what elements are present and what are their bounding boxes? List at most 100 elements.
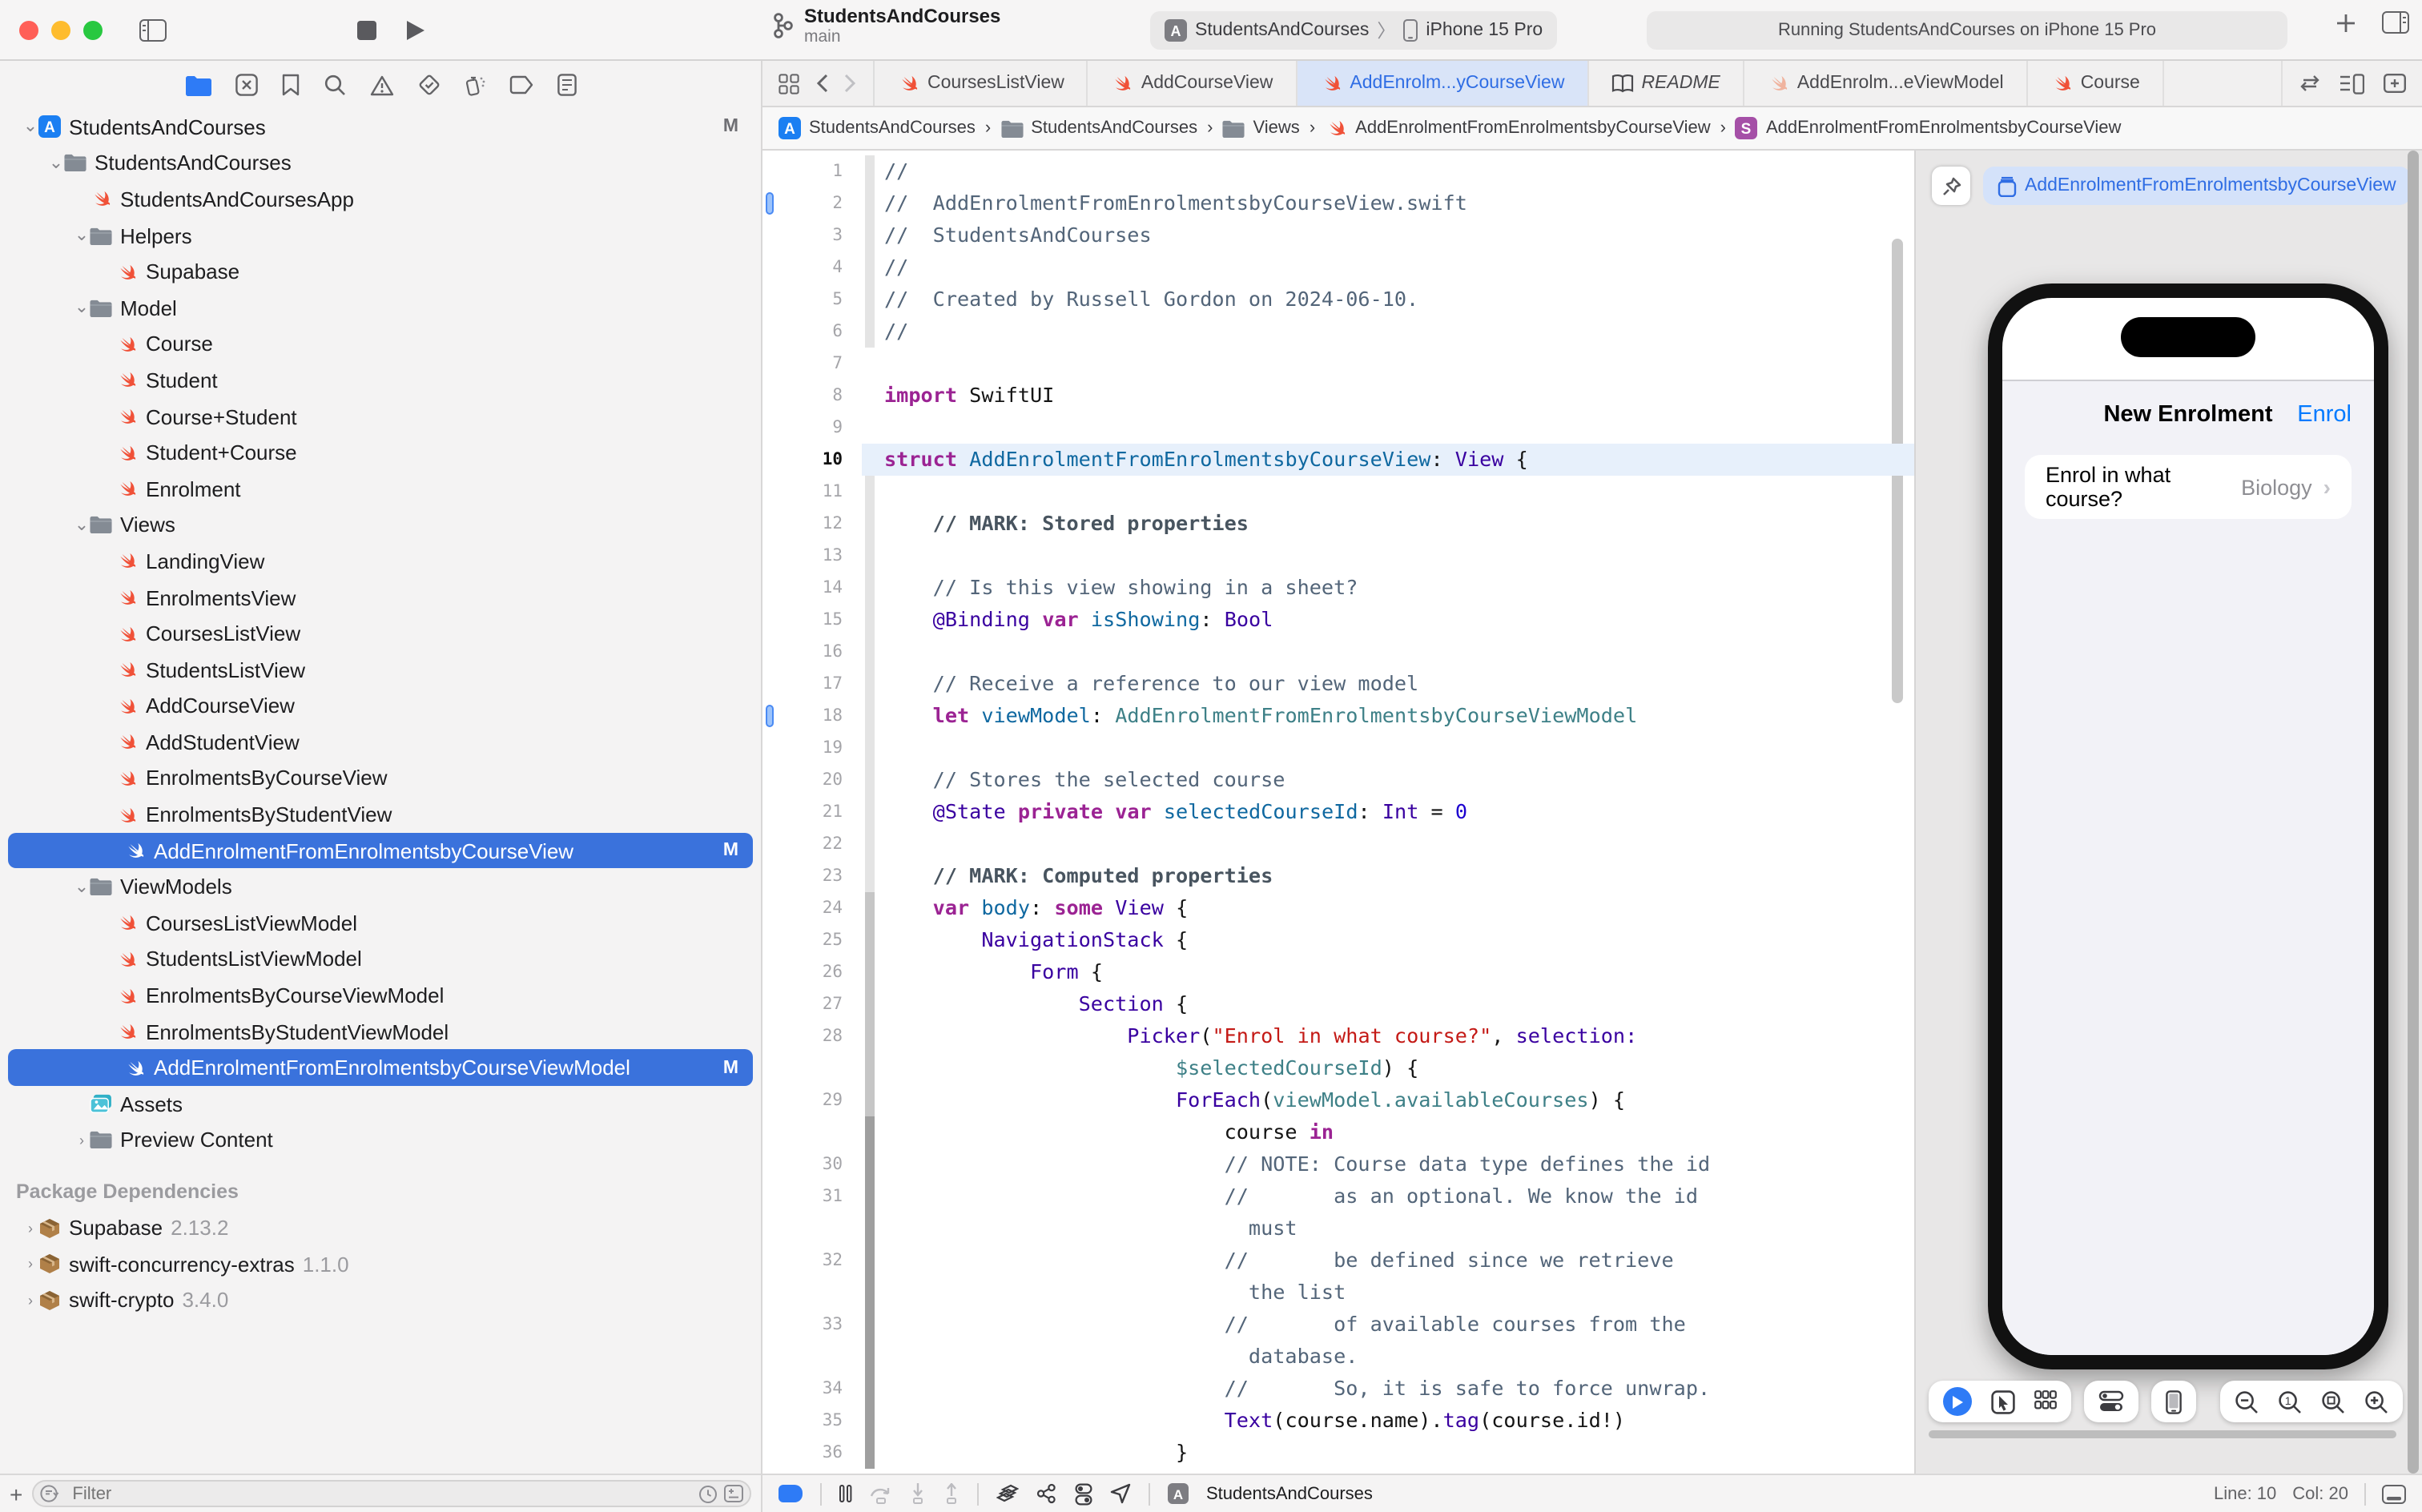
tree-item-enrolment[interactable]: Enrolment bbox=[0, 471, 761, 507]
disclosure-chevron-icon[interactable]: › bbox=[74, 1132, 90, 1148]
filter-input[interactable] bbox=[69, 1482, 692, 1505]
code-line[interactable]: 8import SwiftUI bbox=[762, 380, 1914, 412]
tree-item-studentsandcoursesapp[interactable]: StudentsAndCoursesApp bbox=[0, 181, 761, 217]
tree-item-landingview[interactable]: LandingView bbox=[0, 543, 761, 579]
disclosure-chevron-icon[interactable]: ⌄ bbox=[74, 881, 90, 894]
code-line[interactable]: 18 let viewModel: AddEnrolmentFromEnrolm… bbox=[762, 700, 1914, 732]
issues-icon[interactable] bbox=[369, 74, 393, 95]
tree-item-addcourseview[interactable]: AddCourseView bbox=[0, 688, 761, 724]
zoom-actual-size-icon[interactable]: 1 bbox=[2278, 1389, 2302, 1413]
device-settings-icon[interactable] bbox=[2098, 1390, 2124, 1413]
code-line[interactable]: 1// bbox=[762, 155, 1914, 187]
tab-addenrolm-eviewmodel[interactable]: AddEnrolm...eViewModel bbox=[1744, 61, 2028, 106]
breadcrumb-item[interactable]: AddEnrolmentFromEnrolmentsbyCourseView bbox=[1325, 117, 1710, 139]
tree-item-enrolmentsbycourseview[interactable]: EnrolmentsByCourseView bbox=[0, 760, 761, 796]
disclosure-chevron-icon[interactable]: ⌄ bbox=[74, 229, 90, 242]
code-line[interactable]: 14 // Is this view showing in a sheet? bbox=[762, 572, 1914, 604]
code-line[interactable]: 6// bbox=[762, 316, 1914, 348]
code-line[interactable]: 12 // MARK: Stored properties bbox=[762, 508, 1914, 540]
breadcrumb-item[interactable]: AStudentsAndCourses bbox=[778, 117, 976, 139]
run-button[interactable] bbox=[394, 12, 436, 47]
tree-item-views[interactable]: ⌄Views bbox=[0, 507, 761, 543]
code-line[interactable]: 9 bbox=[762, 412, 1914, 444]
history-clock-icon[interactable] bbox=[698, 1484, 718, 1503]
code-line[interactable]: $selectedCourseId) { bbox=[762, 1052, 1914, 1084]
tree-item-supabase[interactable]: Supabase bbox=[0, 254, 761, 290]
tree-item-courseslistviewmodel[interactable]: CoursesListViewModel bbox=[0, 905, 761, 941]
code-line[interactable]: 30 // NOTE: Course data type defines the… bbox=[762, 1148, 1914, 1180]
code-line[interactable]: 35 Text(course.name).tag(course.id!) bbox=[762, 1405, 1914, 1437]
tree-item-addenrolmentfromenrolmentsbycourseview[interactable]: AddEnrolmentFromEnrolmentsbyCourseViewM bbox=[8, 833, 753, 869]
tab-course[interactable]: Course bbox=[2028, 61, 2164, 106]
find-icon[interactable] bbox=[323, 74, 345, 96]
zoom-fit-icon[interactable] bbox=[2321, 1389, 2345, 1413]
tree-item-enrolmentsview[interactable]: EnrolmentsView bbox=[0, 579, 761, 615]
tab-readme[interactable]: README bbox=[1588, 61, 1744, 106]
tree-item-courseslistview[interactable]: CoursesListView bbox=[0, 616, 761, 652]
related-items-icon[interactable] bbox=[778, 73, 799, 94]
device-icon[interactable] bbox=[2166, 1389, 2182, 1413]
step-over-icon[interactable] bbox=[870, 1484, 892, 1503]
environment-overrides-icon[interactable] bbox=[1075, 1482, 1092, 1505]
tree-item-enrolmentsbycourseviewmodel[interactable]: EnrolmentsByCourseViewModel bbox=[0, 978, 761, 1014]
tree-item-studentslistviewmodel[interactable]: StudentsListViewModel bbox=[0, 941, 761, 977]
code-line[interactable]: 16 bbox=[762, 636, 1914, 668]
code-line[interactable]: 32 // be defined since we retrieve bbox=[762, 1245, 1914, 1277]
stop-button[interactable] bbox=[346, 12, 388, 47]
breakpoints-toggle-icon[interactable] bbox=[778, 1485, 803, 1502]
scheme-selector[interactable]: A StudentsAndCourses 〉 iPhone 15 Pro bbox=[1150, 11, 1557, 50]
package-item-swift-concurrency-extras[interactable]: ›swift-concurrency-extras1.1.0 bbox=[0, 1246, 761, 1282]
code-line[interactable]: 36 } bbox=[762, 1437, 1914, 1469]
preview-tab-chip[interactable]: AddEnrolmentFromEnrolmentsbyCourseView bbox=[1983, 167, 2411, 205]
breadcrumb-item[interactable]: SAddEnrolmentFromEnrolmentsbyCourseView bbox=[1736, 117, 2121, 139]
code-line[interactable]: 19 bbox=[762, 732, 1914, 764]
chevron-back-icon[interactable] bbox=[815, 74, 828, 93]
code-line[interactable]: 27 Section { bbox=[762, 988, 1914, 1020]
disclosure-chevron-icon[interactable]: ⌄ bbox=[74, 519, 90, 532]
code-editor[interactable]: 1//2// AddEnrolmentFromEnrolmentsbyCours… bbox=[762, 151, 1914, 1474]
code-line[interactable]: database. bbox=[762, 1341, 1914, 1373]
code-line[interactable]: 11 bbox=[762, 476, 1914, 508]
filter-field[interactable] bbox=[32, 1480, 751, 1507]
package-item-swift-crypto[interactable]: ›swift-crypto3.4.0 bbox=[0, 1282, 761, 1318]
tree-item-student-course[interactable]: Student+Course bbox=[0, 435, 761, 471]
debug-icon[interactable] bbox=[464, 74, 485, 96]
tree-item-addstudentview[interactable]: AddStudentView bbox=[0, 724, 761, 760]
canvas-vscrollbar[interactable] bbox=[2408, 151, 2419, 1474]
code-line[interactable]: 25 NavigationStack { bbox=[762, 924, 1914, 956]
code-line[interactable]: 13 bbox=[762, 540, 1914, 572]
code-line[interactable]: course in bbox=[762, 1116, 1914, 1148]
code-line[interactable]: 31 // as an optional. We know the id bbox=[762, 1180, 1914, 1212]
code-line[interactable]: 21 @State private var selectedCourseId: … bbox=[762, 796, 1914, 828]
code-line[interactable]: 5// Created by Russell Gordon on 2024-06… bbox=[762, 284, 1914, 316]
tree-item-enrolmentsbystudentview[interactable]: EnrolmentsByStudentView bbox=[0, 797, 761, 833]
disclosure-chevron-icon[interactable]: › bbox=[22, 1256, 38, 1272]
scm-status[interactable]: StudentsAndCourses main bbox=[772, 5, 1000, 46]
code-line[interactable]: 26 Form { bbox=[762, 956, 1914, 988]
bookmarks-icon[interactable] bbox=[281, 74, 299, 96]
pin-preview-button[interactable] bbox=[1932, 167, 1970, 205]
code-line[interactable]: 7 bbox=[762, 348, 1914, 380]
view-hierarchy-icon[interactable] bbox=[996, 1483, 1019, 1504]
code-line[interactable]: 23 // MARK: Computed properties bbox=[762, 860, 1914, 892]
code-line[interactable]: 15 @Binding var isShowing: Bool bbox=[762, 604, 1914, 636]
code-line[interactable]: must bbox=[762, 1212, 1914, 1245]
package-item-supabase[interactable]: ›Supabase2.13.2 bbox=[0, 1209, 761, 1245]
simulate-location-icon[interactable] bbox=[1110, 1483, 1131, 1504]
step-into-icon[interactable] bbox=[910, 1483, 926, 1504]
live-preview-play-icon[interactable] bbox=[1943, 1387, 1972, 1416]
zoom-window-button[interactable] bbox=[83, 20, 103, 39]
code-line[interactable]: 34 // So, it is safe to force unwrap. bbox=[762, 1373, 1914, 1405]
tree-item-preview-content[interactable]: ›Preview Content bbox=[0, 1122, 761, 1158]
code-line[interactable]: 22 bbox=[762, 828, 1914, 860]
memory-graph-icon[interactable] bbox=[1036, 1483, 1057, 1504]
pause-icon[interactable] bbox=[839, 1485, 852, 1502]
code-line[interactable]: 4// bbox=[762, 251, 1914, 284]
code-line[interactable]: 24 var body: some View { bbox=[762, 892, 1914, 924]
project-navigator-icon-active[interactable] bbox=[185, 74, 211, 95]
tree-item-enrolmentsbystudentviewmodel[interactable]: EnrolmentsByStudentViewModel bbox=[0, 1014, 761, 1050]
toggle-navigator-icon[interactable] bbox=[131, 12, 173, 47]
code-line[interactable]: 20 // Stores the selected course bbox=[762, 764, 1914, 796]
code-line[interactable]: 2// AddEnrolmentFromEnrolmentsbyCourseVi… bbox=[762, 187, 1914, 219]
step-out-icon[interactable] bbox=[943, 1483, 960, 1504]
